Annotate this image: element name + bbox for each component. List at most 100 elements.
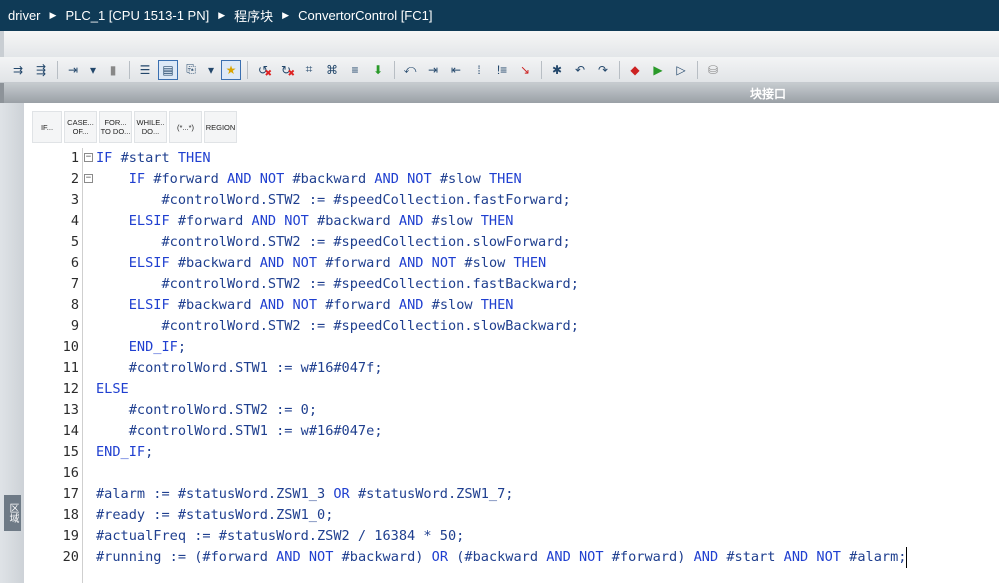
block-interface-icon[interactable]: ▤ xyxy=(158,59,178,80)
format-icon[interactable]: ↘ xyxy=(515,60,535,80)
code-line[interactable]: 15 END_IF; xyxy=(24,442,999,463)
collapse-icon[interactable]: ↶ xyxy=(570,60,590,80)
list-view-icon[interactable]: ☰ xyxy=(135,60,155,80)
snapshot-icon[interactable]: ⛁ xyxy=(703,60,723,80)
display-options-icon[interactable]: ⎘ xyxy=(181,60,201,80)
code-line[interactable]: 6 ELSIF #backward AND NOT #forward AND N… xyxy=(24,253,999,274)
next-error-icon[interactable]: ↻ ✖ xyxy=(276,60,296,80)
line-number: 3 xyxy=(70,192,79,208)
code-text: #controlWord.STW1 := w#16#047f; xyxy=(128,360,383,376)
code-line[interactable]: 5 #controlWord.STW2 := #speedCollection.… xyxy=(24,232,999,253)
region-tab[interactable]: 区域 xyxy=(4,495,21,531)
code-line[interactable]: 16 xyxy=(24,463,999,484)
line-number: 16 xyxy=(62,465,79,481)
line-number: 6 xyxy=(70,255,79,271)
code-line[interactable]: 19 #actualFreq := #statusWord.ZSW2 / 1638… xyxy=(24,526,999,547)
monitor-off-icon[interactable]: ▷ xyxy=(671,60,691,80)
breadcrumb-item-project[interactable]: driver xyxy=(8,8,41,23)
breadcrumb: driver ▶ PLC_1 [CPU 1513-1 PN] ▶ 程序块 ▶ C… xyxy=(0,0,999,31)
code-line[interactable]: 14 #controlWord.STW1 := w#16#047e; xyxy=(24,421,999,442)
toolbar-separator xyxy=(247,60,248,79)
code-line[interactable]: 10 END_IF; xyxy=(24,337,999,358)
code-text: END_IF; xyxy=(96,444,154,460)
toolbar-separator xyxy=(697,60,698,79)
dropdown-arrow-icon[interactable]: ▾ xyxy=(204,60,218,80)
bookmark-icon[interactable]: ⌗ xyxy=(299,60,319,80)
line-number: 5 xyxy=(70,234,79,250)
bookmark-next-icon[interactable]: ⌘ xyxy=(322,60,342,80)
expand-all-icon[interactable]: ✱ xyxy=(547,60,567,80)
outdent-icon[interactable]: ⇤ xyxy=(446,60,466,80)
rollback-icon[interactable]: ↷ xyxy=(593,60,613,80)
code-line[interactable]: 8 ELSIF #backward AND NOT #forward AND #… xyxy=(24,295,999,316)
favorites-icon[interactable]: ★ xyxy=(221,59,241,80)
line-number: 11 xyxy=(62,360,79,376)
line-number: 17 xyxy=(62,486,79,502)
code-line[interactable]: 2− IF #forward AND NOT #backward AND NOT… xyxy=(24,169,999,190)
chevron-right-icon: ▶ xyxy=(218,10,226,20)
bookmark-clear-icon[interactable]: ≡ xyxy=(345,60,365,80)
code-text: ELSIF #backward AND NOT #forward AND NOT… xyxy=(128,255,547,271)
block-interface-bar[interactable]: 块接口 xyxy=(0,83,999,103)
line-number: 7 xyxy=(70,276,79,292)
toolbar-separator xyxy=(57,60,58,79)
insert-network-icon[interactable]: ⇉ xyxy=(8,60,28,80)
go-to-error-icon[interactable]: ↺ ✖ xyxy=(253,60,273,80)
code-line[interactable]: 7 #controlWord.STW2 := #speedCollection.… xyxy=(24,274,999,295)
code-line[interactable]: 3 #controlWord.STW2 := #speedCollection.… xyxy=(24,190,999,211)
code-line[interactable]: 4 ELSIF #forward AND NOT #backward AND #… xyxy=(24,211,999,232)
dropdown-arrow-icon[interactable]: ▾ xyxy=(86,60,100,80)
code-text: IF #start THEN xyxy=(96,150,211,166)
snippet-while-button[interactable]: WHILE.. DO... xyxy=(134,111,167,143)
snippet-region-button[interactable]: REGION xyxy=(204,111,237,143)
chevron-right-icon: ▶ xyxy=(49,10,57,20)
toolbar-separator xyxy=(129,60,130,79)
breadcrumb-item-program-blocks[interactable]: 程序块 xyxy=(234,6,273,25)
snippet-if-button[interactable]: IF... xyxy=(32,111,62,143)
insert-row-icon[interactable]: ⇥ xyxy=(63,60,83,80)
code-text: ELSIF #forward AND NOT #backward AND #sl… xyxy=(128,213,514,229)
code-text: ELSIF #backward AND NOT #forward AND #sl… xyxy=(128,297,514,313)
comment-icon[interactable]: ⁞ xyxy=(469,60,489,80)
line-number: 8 xyxy=(70,297,79,313)
toolbar-separator xyxy=(394,60,395,79)
monitor-icon[interactable]: ▮ xyxy=(103,60,123,80)
snippet-case-button[interactable]: CASE... OF... xyxy=(64,111,97,143)
code-line[interactable]: 18 #ready := #statusWord.ZSW1_0; xyxy=(24,505,999,526)
line-number: 19 xyxy=(62,528,79,544)
fold-toggle-icon[interactable]: − xyxy=(84,153,93,162)
call-icon[interactable]: ⤺ xyxy=(400,60,420,80)
delete-network-icon[interactable]: ⇶ xyxy=(31,60,51,80)
line-number: 10 xyxy=(62,339,79,355)
code-line[interactable]: 17 #alarm := #statusWord.ZSW1_3 OR #statu… xyxy=(24,484,999,505)
line-number: 15 xyxy=(62,444,79,460)
line-number: 1 xyxy=(70,150,79,166)
indent-icon[interactable]: ⇥ xyxy=(423,60,443,80)
modify-icon[interactable]: ◆ xyxy=(625,60,645,80)
code-line[interactable]: 11 #controlWord.STW1 := w#16#047f; xyxy=(24,358,999,379)
uncomment-icon[interactable]: !≡ xyxy=(492,60,512,80)
snippet-for-button[interactable]: FOR... TO DO... xyxy=(99,111,132,143)
code-line[interactable]: 9 #controlWord.STW2 := #speedCollection.… xyxy=(24,316,999,337)
code-text: #controlWord.STW2 := #speedCollection.fa… xyxy=(161,192,571,208)
monitor-on-icon[interactable]: ▶ xyxy=(648,60,668,80)
snippet-comment-button[interactable]: (*...*) xyxy=(169,111,202,143)
code-line[interactable]: 13 #controlWord.STW2 := 0; xyxy=(24,400,999,421)
code-line[interactable]: 1− IF #start THEN xyxy=(24,148,999,169)
code-text: #ready := #statusWord.ZSW1_0; xyxy=(96,507,334,523)
code-text: #actualFreq := #statusWord.ZSW2 / 16384 … xyxy=(96,528,465,544)
fold-toggle-icon[interactable]: − xyxy=(84,174,93,183)
code-text: #alarm := #statusWord.ZSW1_3 OR #statusW… xyxy=(96,486,514,502)
breadcrumb-item-plc[interactable]: PLC_1 [CPU 1513-1 PN] xyxy=(65,8,209,23)
code-line[interactable]: 20 #running := (#forward AND NOT #backwar… xyxy=(24,547,999,568)
code-text: #controlWord.STW2 := #speedCollection.sl… xyxy=(161,234,571,250)
line-number: 2 xyxy=(70,171,79,187)
code-text: IF #forward AND NOT #backward AND NOT #s… xyxy=(128,171,522,187)
code-line[interactable]: 12 ELSE xyxy=(24,379,999,400)
toolbar-separator xyxy=(541,60,542,79)
download-icon[interactable]: ⬇ xyxy=(368,60,388,80)
breadcrumb-item-block[interactable]: ConvertorControl [FC1] xyxy=(298,8,432,23)
line-number: 13 xyxy=(62,402,79,418)
editor-header-strip xyxy=(0,31,999,58)
code-text: ELSE xyxy=(96,381,129,397)
